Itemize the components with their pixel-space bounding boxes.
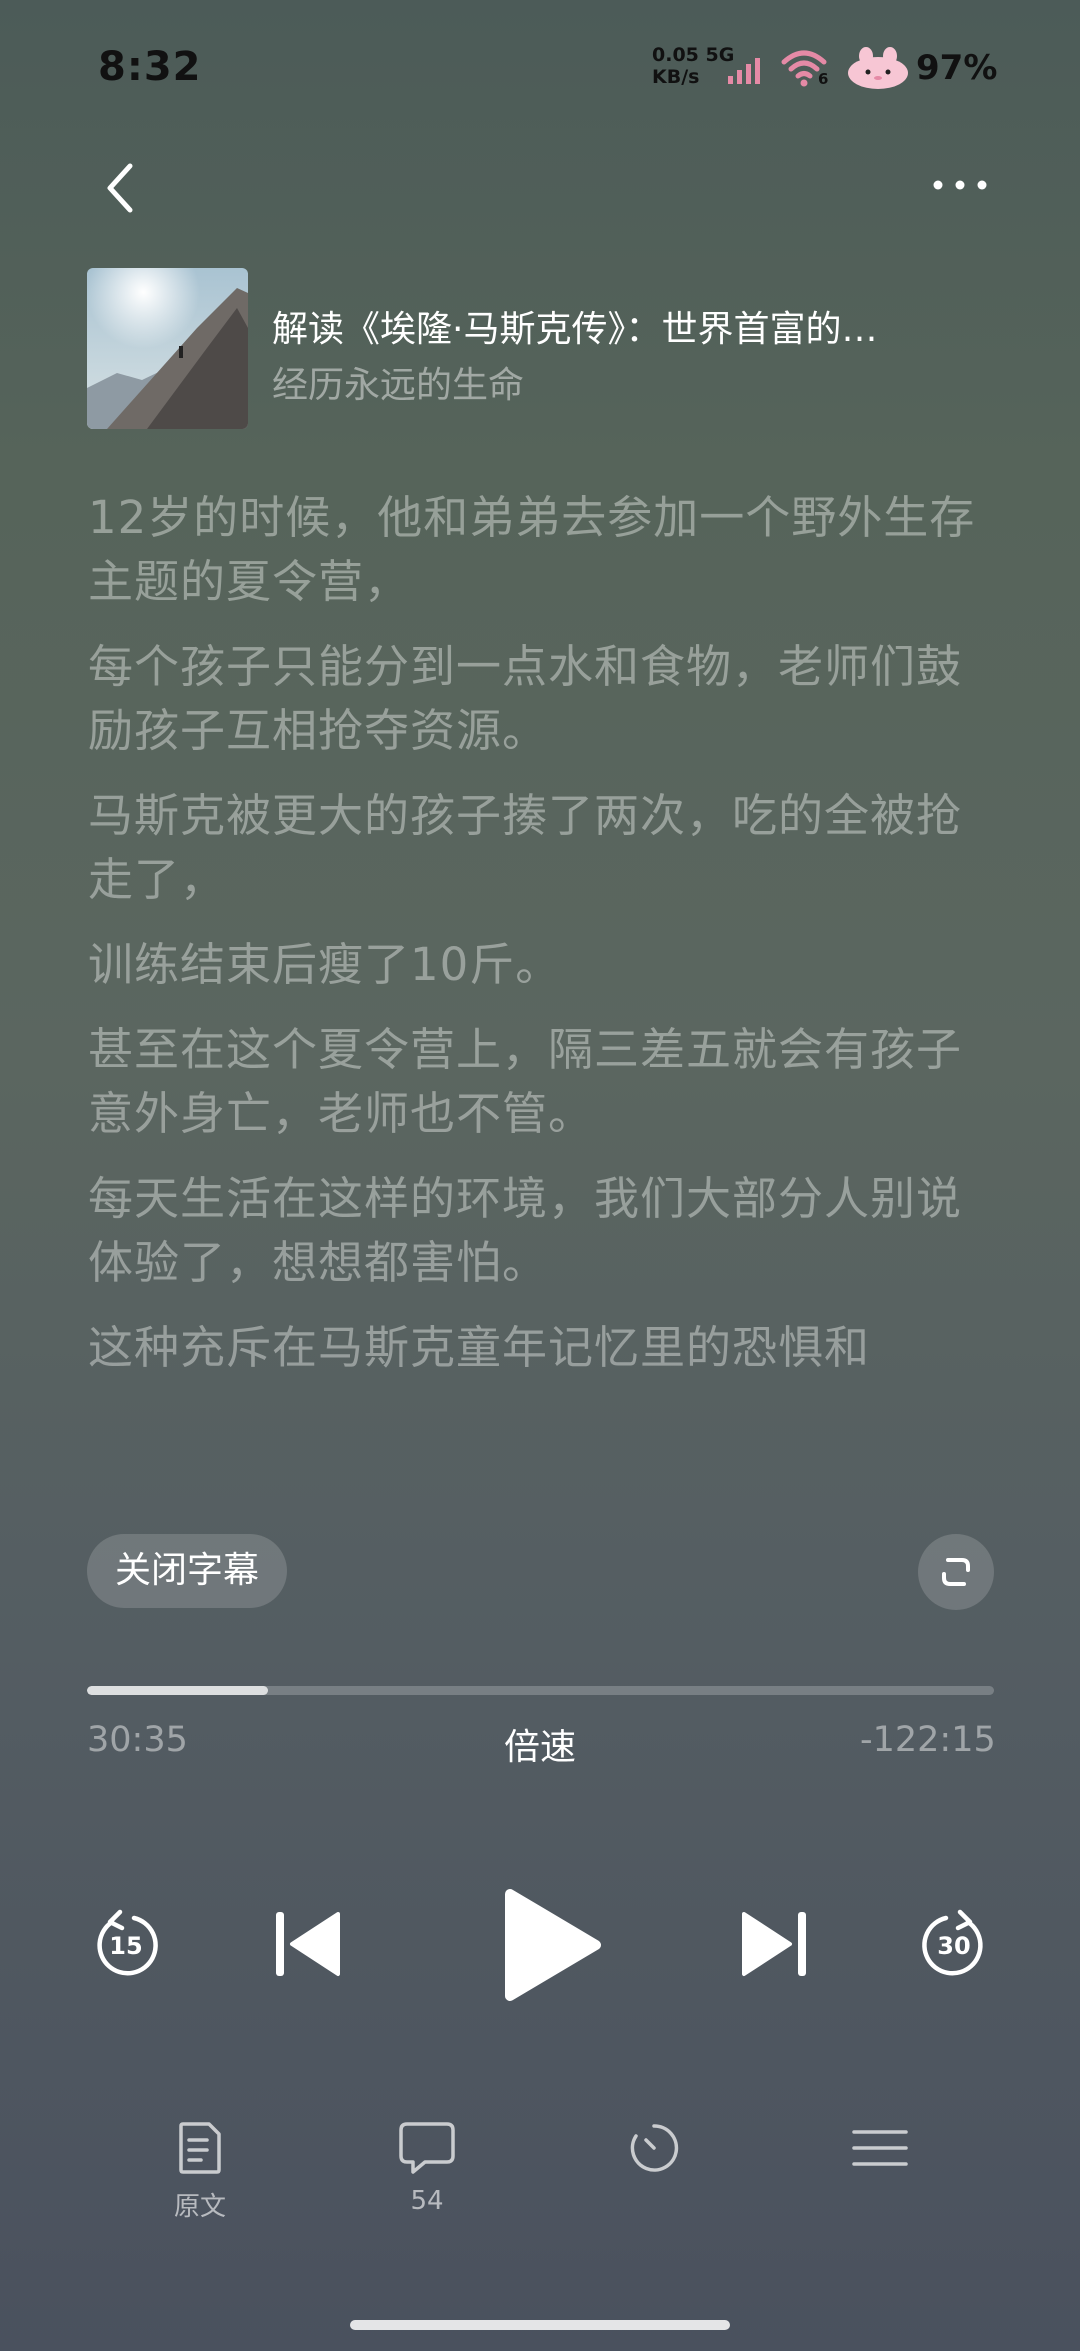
expand-button[interactable] [918,1534,994,1610]
forward-seconds: 30 [937,1932,970,1960]
rewind-seconds: 15 [109,1932,142,1960]
more-dots-icon[interactable] [930,170,990,200]
progress-fill [87,1686,269,1695]
nav-playlist[interactable] [820,2120,940,2176]
document-icon [179,2122,221,2174]
skip-previous-icon[interactable] [272,1910,344,1978]
battery-mascot-icon [848,47,908,89]
elapsed-time: 30:35 [87,1720,188,1760]
skip-next-icon[interactable] [738,1910,810,1978]
status-time: 8:32 [98,44,202,90]
remaining-time: -122:15 [860,1720,996,1760]
subtitle-line: 训练结束后瘦了10斤。 [88,938,562,991]
play-icon[interactable] [496,1886,606,2004]
subtitle-line: 12岁的时候，他和弟弟去参加一个野外生存主题的夏令营， [88,491,976,608]
speed-button[interactable]: 倍速 [504,1718,576,1770]
subtitle-line: 每个孩子只能分到一点水和食物，老师们鼓励孩子互相抢夺资源。 [88,640,963,757]
book-subtitle: 经历永远的生命 [272,365,525,406]
progress-bar[interactable] [87,1686,994,1695]
comment-bubble-icon [399,2122,455,2174]
subtitle-line: 这种充斥在马斯克童年记忆里的恐惧和 [88,1321,871,1374]
book-title[interactable]: 解读《埃隆·马斯克传》：世界首富的… [272,300,992,352]
subtitle-line: 每天生活在这样的环境，我们大部分人别说体验了，想想都害怕。 [88,1172,963,1289]
nav-timer[interactable] [594,2120,714,2176]
net-speed-value: 0.05 [652,44,699,66]
rewind-15-icon[interactable]: 15 [90,1908,162,1980]
close-subtitles-button[interactable]: 关闭字幕 [87,1534,288,1608]
forward-30-icon[interactable]: 30 [918,1908,990,1980]
nav-original-label: 原文 [173,2192,226,2222]
network-speed: 0.05 5G KB/s [652,44,734,88]
signal-icon [728,58,760,84]
nav-comments-count: 54 [410,2186,444,2216]
chevron-left-icon[interactable] [96,158,146,218]
subtitle-line: 马斯克被更大的孩子揍了两次，吃的全被抢走了， [88,789,963,906]
battery-level: 97% [916,48,998,88]
nav-comments[interactable]: 54 [367,2120,487,2216]
nav-original-text[interactable]: 原文 [140,2120,260,2223]
subtitle-line: 甚至在这个夏令营上，隔三差五就会有孩子意外身亡，老师也不管。 [88,1023,963,1140]
wifi-number: 6 [818,70,829,88]
subtitle-panel[interactable]: 12岁的时候，他和弟弟去参加一个野外生存主题的夏令营， 每个孩子只能分到一点水和… [88,486,998,1478]
book-cover[interactable] [87,268,248,429]
timer-icon [630,2124,679,2172]
menu-icon [852,2130,908,2166]
expand-icon [942,1558,970,1586]
net-speed-unit: KB/s [652,66,700,88]
home-indicator[interactable] [350,2320,730,2330]
